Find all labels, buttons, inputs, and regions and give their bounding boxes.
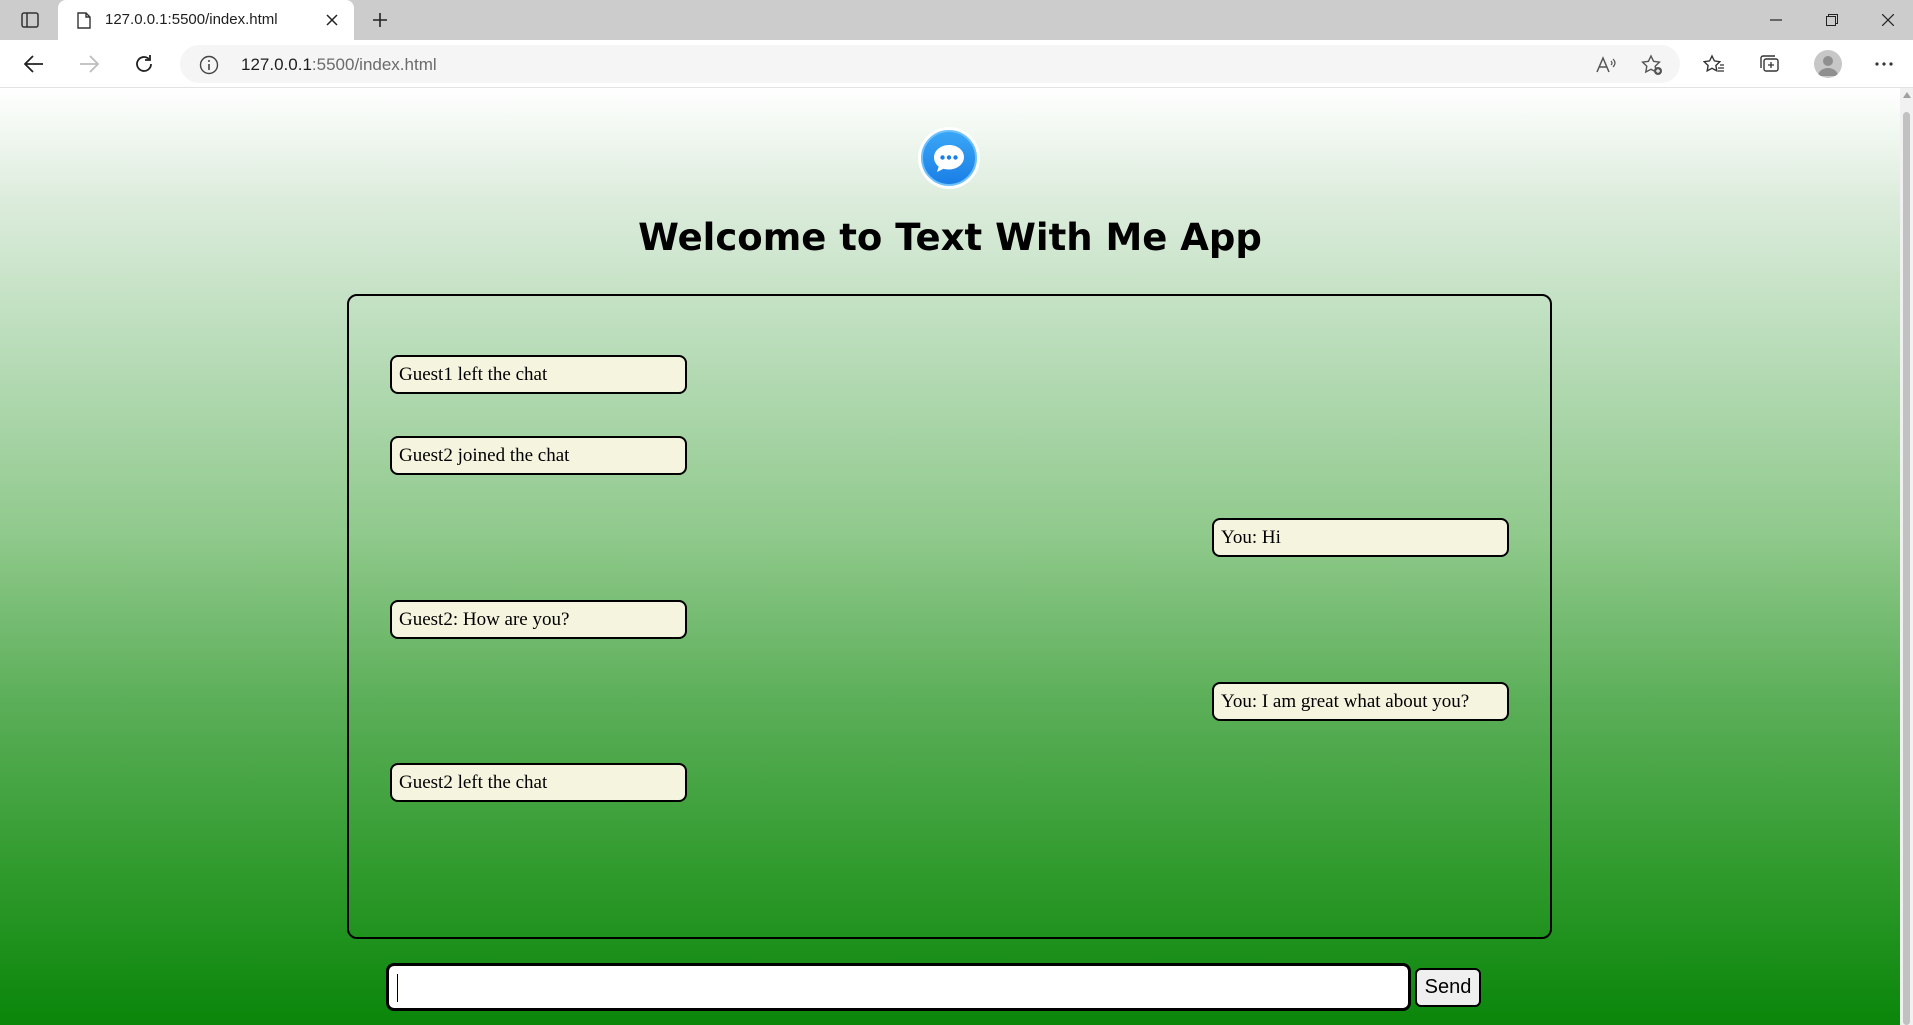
close-window-icon[interactable]	[1860, 0, 1913, 40]
browser-toolbar: 127.0.0.1:5500/index.html	[0, 40, 1913, 88]
scroll-thumb[interactable]	[1903, 112, 1910, 1025]
collections-icon[interactable]	[1752, 48, 1788, 80]
page-scrollbar[interactable]	[1900, 88, 1913, 1025]
chat-message: Guest1 left the chat	[390, 355, 687, 394]
close-tab-icon[interactable]	[320, 8, 344, 32]
profile-avatar[interactable]	[1814, 50, 1842, 78]
refresh-icon[interactable]	[126, 48, 162, 80]
address-bar[interactable]: 127.0.0.1:5500/index.html	[180, 45, 1680, 83]
restore-icon[interactable]	[1804, 0, 1860, 40]
url-text[interactable]: 127.0.0.1:5500/index.html	[241, 55, 437, 75]
page-icon	[74, 10, 94, 30]
tab-bar: 127.0.0.1:5500/index.html	[0, 0, 1913, 40]
tab-title: 127.0.0.1:5500/index.html	[105, 11, 278, 28]
new-tab-icon[interactable]	[366, 6, 394, 34]
chat-message-own: You: I am great what about you?	[1212, 682, 1509, 721]
back-icon[interactable]	[16, 48, 52, 80]
site-info-icon[interactable]	[198, 54, 220, 76]
add-favorite-icon[interactable]	[1638, 51, 1666, 79]
tab-actions-icon[interactable]	[14, 8, 46, 32]
read-aloud-icon[interactable]	[1592, 51, 1620, 79]
favorites-icon[interactable]	[1696, 48, 1732, 80]
more-options-icon[interactable]	[1866, 48, 1902, 80]
url-path: :5500/index.html	[311, 55, 437, 74]
chat-message-own: You: Hi	[1212, 518, 1509, 557]
chat-message: Guest2 left the chat	[390, 763, 687, 802]
chat-messages-box: Guest1 left the chat Guest2 joined the c…	[347, 294, 1552, 939]
url-host: 127.0.0.1	[241, 55, 312, 74]
page-title: Welcome to Text With Me App	[638, 216, 1262, 259]
send-button[interactable]: Send	[1415, 968, 1481, 1007]
minimize-icon[interactable]	[1748, 0, 1804, 40]
message-input[interactable]	[386, 963, 1411, 1011]
text-caret	[397, 974, 398, 1002]
forward-icon[interactable]	[71, 48, 107, 80]
page-viewport: Welcome to Text With Me App Guest1 left …	[0, 88, 1900, 1025]
chat-message: Guest2 joined the chat	[390, 436, 687, 475]
chat-message: Guest2: How are you?	[390, 600, 687, 639]
scroll-up-icon[interactable]	[1903, 92, 1911, 98]
chat-bubble-icon	[918, 127, 980, 189]
browser-tab[interactable]: 127.0.0.1:5500/index.html	[58, 0, 354, 40]
